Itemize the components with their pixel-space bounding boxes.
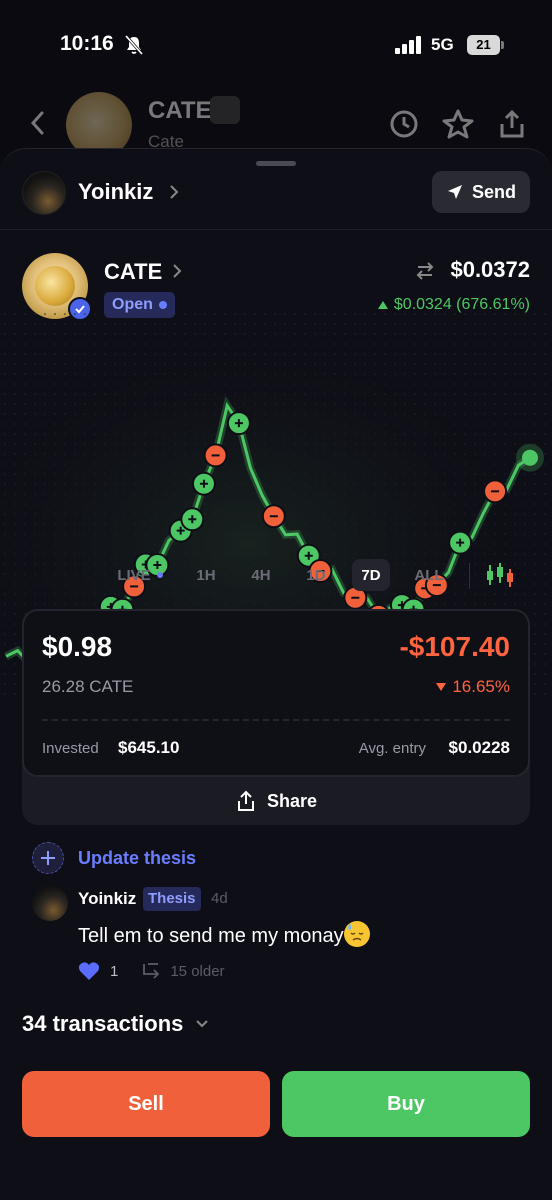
coin-sheet: Yoinkiz Send CATE Open $0.0372 $0.0324 (… [0, 148, 552, 1200]
range-all[interactable]: ALL [410, 559, 448, 591]
range-1h[interactable]: 1H [190, 559, 222, 591]
history-arrow-icon [143, 963, 160, 979]
status-time: 10:16 [60, 32, 114, 55]
share-icon [237, 790, 254, 811]
current-price-dot [522, 449, 538, 466]
battery-level: 21 [467, 35, 500, 55]
send-button[interactable]: Send [432, 171, 530, 213]
dashed-divider [42, 719, 510, 721]
menu-icon [210, 96, 240, 124]
battery-icon: 21 [467, 35, 505, 55]
coin-price: $0.0372 [450, 257, 530, 282]
position-pnl: -$107.40 [399, 631, 510, 662]
thesis-badge: Thesis [143, 887, 201, 911]
user-name[interactable]: Yoinkiz [78, 179, 153, 205]
buy-button[interactable]: Buy [282, 1071, 530, 1137]
background-coin-title: CATE [148, 97, 212, 124]
buy-marker [191, 471, 216, 496]
invested-value: $645.10 [118, 738, 180, 757]
user-avatar[interactable] [22, 171, 66, 215]
sell-marker [261, 504, 286, 529]
signal-icon [395, 36, 421, 54]
chevron-right-icon [170, 185, 179, 199]
thesis-author-avatar[interactable] [32, 885, 68, 921]
heart-icon[interactable] [78, 961, 100, 981]
position-pnl-percent: 16.65% [436, 677, 510, 697]
update-thesis-button[interactable]: Update thesis [32, 841, 196, 875]
star-icon[interactable] [442, 108, 474, 140]
user-row: Yoinkiz Send [0, 169, 552, 231]
swap-icon[interactable] [414, 261, 436, 281]
sell-marker [203, 443, 228, 468]
range-7d[interactable]: 7D [352, 559, 390, 591]
transactions-toggle[interactable]: 34 transactions [22, 1011, 209, 1037]
invested-label: Invested [42, 740, 99, 757]
thesis-reactions: 1 15 older [78, 959, 225, 983]
range-1d[interactable]: 1D [300, 559, 332, 591]
thesis-text-content: Tell em to send me my monay [78, 925, 344, 947]
divider [0, 229, 552, 230]
up-triangle-icon [377, 301, 388, 309]
share-button[interactable]: Share [22, 777, 530, 825]
range-live[interactable]: LIVE [110, 559, 170, 591]
history-icon[interactable] [388, 108, 420, 140]
share-label: Share [266, 790, 318, 811]
thesis-time: 4d [211, 890, 228, 907]
buy-marker [448, 530, 473, 555]
coin-name[interactable]: CATE [104, 259, 162, 285]
chevron-right-icon [173, 264, 182, 278]
like-count: 1 [110, 962, 119, 980]
avg-entry-label: Avg. entry [358, 740, 426, 757]
thesis-author[interactable]: Yoinkiz [78, 889, 136, 909]
chevron-down-icon [196, 1020, 209, 1028]
send-plane-icon [447, 185, 462, 199]
thesis-text: Tell em to send me my monay [78, 921, 370, 948]
position-card: $0.98 -$107.40 26.28 CATE 16.65% Investe… [22, 609, 530, 825]
sell-marker [483, 479, 508, 504]
buy-marker [226, 411, 251, 436]
position-summary: $0.98 -$107.40 26.28 CATE 16.65% Investe… [22, 609, 530, 777]
avg-entry-value: $0.0228 [448, 738, 510, 757]
sheet-handle[interactable] [256, 161, 296, 166]
send-label: Send [471, 181, 516, 202]
network-label: 5G [431, 35, 454, 54]
bell-muted-icon [124, 35, 144, 55]
time-range-selector: LIVE 1H 4H 1D 7D ALL [0, 555, 552, 595]
status-bar: 10:16 5G 21 [0, 0, 552, 88]
sell-button[interactable]: Sell [22, 1071, 270, 1137]
range-live-label: LIVE [117, 566, 151, 584]
position-value: $0.98 [42, 631, 113, 662]
back-chevron-icon[interactable] [28, 110, 48, 136]
down-triangle-icon [436, 683, 447, 691]
older-label: 15 older [170, 962, 225, 980]
live-dot [156, 572, 163, 578]
sweat-face-emoji-icon [343, 921, 370, 947]
older-thesis-link[interactable]: 15 older [142, 962, 225, 980]
transactions-label: 34 transactions [22, 1011, 184, 1036]
buy-marker [180, 507, 205, 532]
range-divider [469, 563, 470, 589]
range-4h[interactable]: 4H [244, 559, 278, 591]
plus-icon [32, 842, 64, 874]
candlestick-icon[interactable] [486, 563, 514, 587]
update-thesis-label: Update thesis [78, 847, 197, 868]
pnl-percent-value: 16.65% [452, 677, 510, 696]
position-amount: 26.28 CATE [42, 677, 134, 696]
status-dot [158, 301, 167, 309]
share-icon[interactable] [496, 108, 528, 140]
